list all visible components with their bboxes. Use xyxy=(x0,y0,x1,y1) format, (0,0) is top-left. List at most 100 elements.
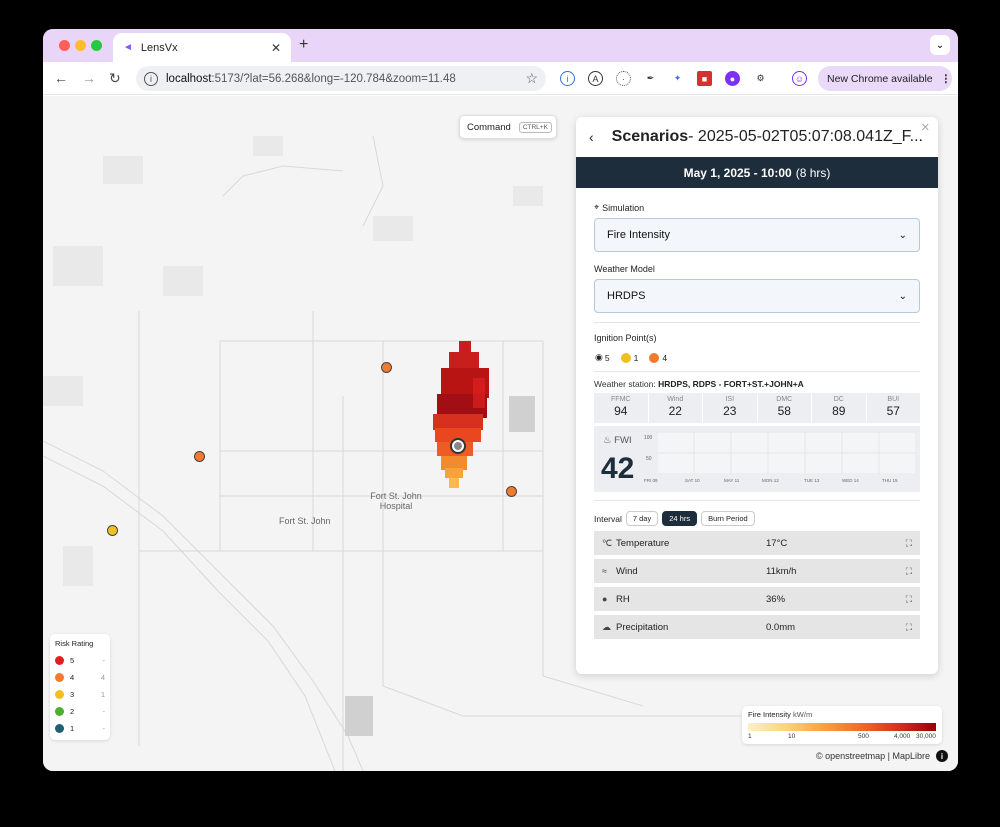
risk-4-dot xyxy=(55,673,64,682)
url-host: localhost xyxy=(166,72,212,85)
index-key: DC xyxy=(833,396,844,403)
fire-tick: 1 xyxy=(748,733,752,740)
index-value: 23 xyxy=(723,404,737,418)
interval-7day-button[interactable]: 7 day xyxy=(625,511,659,526)
risk-legend-row: 31 xyxy=(55,690,105,699)
index-isi: ISI 23 xyxy=(703,393,757,423)
risk-count: - xyxy=(102,707,106,716)
new-chrome-available-button[interactable]: New Chrome available ⋮ xyxy=(818,66,952,91)
divider xyxy=(594,322,920,323)
orange-dot-icon xyxy=(649,352,660,363)
ignition-count-visible: 5 xyxy=(604,352,610,363)
extension-icon-4[interactable]: ✒ xyxy=(643,71,658,86)
panel-close-icon[interactable]: ✕ xyxy=(921,121,930,134)
expand-icon[interactable]: ⛶ xyxy=(906,594,912,605)
extension-icon-7[interactable]: ● xyxy=(725,71,740,86)
bookmark-star-icon[interactable]: ☆ xyxy=(525,70,538,87)
maximize-window-button[interactable] xyxy=(91,40,102,51)
weather-row-temperature[interactable]: ℃ Temperature 17°C ⛶ xyxy=(594,531,920,555)
minimize-window-button[interactable] xyxy=(75,40,86,51)
extension-icon-6[interactable]: ■ xyxy=(697,71,712,86)
address-bar[interactable]: i localhost:5173/?lat=56.268&long=-120.7… xyxy=(136,66,546,91)
command-shortcut: CTRL+K xyxy=(518,121,552,133)
risk-level: 1 xyxy=(70,724,75,733)
new-tab-button[interactable]: + xyxy=(299,36,308,54)
fire-tick: 4,000 xyxy=(894,733,911,740)
attribution-text[interactable]: © openstreetmap | MapLibre xyxy=(816,751,930,761)
index-value: 89 xyxy=(832,404,846,418)
fwi-day-label: SAT 10 xyxy=(685,478,700,483)
index-dc: DC 89 xyxy=(812,393,866,423)
panel-title-suffix: - 2025-05-02T05:07:08.041Z_F... xyxy=(688,128,923,145)
browser-tab[interactable]: ◄ LensVx ✕ xyxy=(113,33,291,62)
risk-level: 5 xyxy=(70,656,75,665)
weather-row-precipitation[interactable]: ☁ Precipitation 0.0mm ⛶ xyxy=(594,615,920,639)
risk-marker[interactable] xyxy=(194,451,205,462)
extension-icon-1[interactable]: i xyxy=(560,71,575,86)
scenario-date: May 1, 2025 - 10:00 xyxy=(683,165,792,180)
weather-station-line: Weather station: HRDPS, RDPS - FORT+ST.+… xyxy=(594,379,938,389)
back-arrow-icon[interactable]: ‹ xyxy=(589,129,594,145)
weather-row-label: Precipitation xyxy=(616,621,669,633)
thermometer-icon: ℃ xyxy=(602,537,613,548)
extension-icon-3[interactable]: · xyxy=(616,71,631,86)
interval-24hrs-button[interactable]: 24 hrs xyxy=(662,511,698,526)
expand-icon[interactable]: ⛶ xyxy=(906,566,912,577)
expand-icon[interactable]: ⛶ xyxy=(906,538,912,549)
panel-title: Scenarios xyxy=(611,128,689,145)
fire-legend-unit: kW/m xyxy=(793,710,813,719)
expand-icon[interactable]: ⛶ xyxy=(906,622,912,633)
fire-tick: 500 xyxy=(858,733,869,740)
divider xyxy=(594,500,920,501)
map-canvas[interactable]: Command CTRL+K Fort St. John Fort St. Jo… xyxy=(43,96,958,771)
fwi-day-label: FRI 09 xyxy=(644,478,658,483)
index-key: ISI xyxy=(725,396,735,403)
fire-intensity-color-ramp xyxy=(748,723,936,731)
simulation-value: Fire Intensity xyxy=(607,229,670,241)
map-attribution: © openstreetmap | MapLibre i xyxy=(816,750,948,762)
weather-model-select[interactable]: HRDPS ⌄ xyxy=(594,279,920,313)
divider xyxy=(594,371,920,372)
fwi-value: 42 xyxy=(601,452,635,485)
extension-icon-2[interactable]: A xyxy=(588,71,603,86)
index-dmc: DMC 58 xyxy=(757,393,811,423)
panel-header: ‹ Scenarios - 2025-05-02T05:07:08.041Z_F… xyxy=(576,117,938,157)
tab-search-button[interactable]: ⌄ xyxy=(930,35,950,55)
favicon-icon: ◄ xyxy=(123,42,133,53)
close-window-button[interactable] xyxy=(59,40,70,51)
risk-count: 1 xyxy=(100,690,105,699)
command-palette-button[interactable]: Command CTRL+K xyxy=(459,115,557,139)
scenario-duration: (8 hrs) xyxy=(795,165,831,180)
interval-burn-period-button[interactable]: Burn Period xyxy=(701,511,755,526)
weather-row-wind[interactable]: ≈ Wind 11km/h ⛶ xyxy=(594,559,920,583)
fire-tick: 30,000 xyxy=(916,733,936,740)
chrome-menu-icon[interactable]: ⋮ xyxy=(941,73,952,85)
weather-row-value: 17°C xyxy=(766,537,788,549)
attribution-info-icon[interactable]: i xyxy=(936,750,948,762)
ignition-label: Ignition Point(s) xyxy=(594,333,657,343)
ignition-point-marker[interactable] xyxy=(450,438,466,454)
risk-marker[interactable] xyxy=(506,486,517,497)
site-info-icon[interactable]: i xyxy=(144,71,158,86)
index-wind: Wind 22 xyxy=(648,393,702,423)
extensions-puzzle-icon[interactable]: ⚙ xyxy=(753,71,768,86)
tab-close-icon[interactable]: ✕ xyxy=(271,41,281,55)
simulation-label: Simulation xyxy=(602,202,645,213)
extension-icon-5[interactable]: ✦ xyxy=(670,71,685,86)
forward-button[interactable]: → xyxy=(82,70,96,86)
weather-station-name: HRDPS, RDPS - FORT+ST.+JOHN+A xyxy=(658,379,804,389)
url-path: :5173/?lat=56.268&long=-120.784&zoom=11.… xyxy=(211,72,456,85)
profile-avatar-icon[interactable]: ☺ xyxy=(792,71,807,86)
index-key: Wind xyxy=(667,396,684,403)
back-button[interactable]: ← xyxy=(54,70,68,86)
risk-marker[interactable] xyxy=(107,525,118,536)
risk-marker[interactable] xyxy=(381,362,392,373)
index-value: 22 xyxy=(668,404,682,418)
weather-row-rh[interactable]: ● RH 36% ⛶ xyxy=(594,587,920,611)
wind-icon: ≈ xyxy=(602,566,607,576)
eye-icon[interactable]: ◉ xyxy=(595,352,603,363)
simulation-select[interactable]: Fire Intensity ⌄ xyxy=(594,218,920,252)
reload-button[interactable]: ↻ xyxy=(109,70,121,87)
browser-window: ◄ LensVx ✕ + ⌄ ← → ↻ i localhost:5173/?l… xyxy=(43,29,958,771)
chevron-down-icon: ⌄ xyxy=(898,229,907,241)
